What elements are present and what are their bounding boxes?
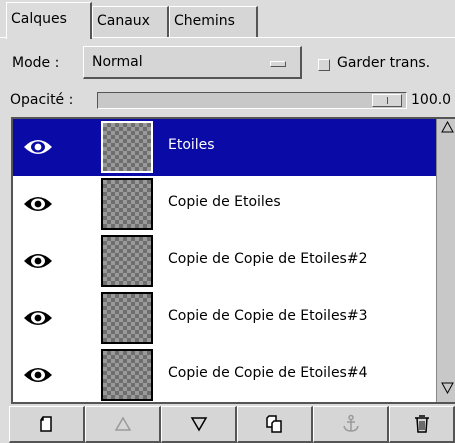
raise-layer-icon — [114, 416, 131, 431]
delete-layer-button[interactable] — [389, 406, 455, 443]
opacity-slider[interactable] — [97, 92, 407, 109]
opacity-fill — [98, 93, 406, 108]
eye-visibility-icon[interactable] — [23, 251, 53, 271]
tab-label: Chemins — [174, 13, 235, 29]
tab-calques[interactable]: Calques — [6, 2, 92, 39]
eye-visibility-icon[interactable] — [23, 137, 53, 157]
duplicate-layer-icon — [265, 415, 282, 433]
opacity-label: Opacité : — [10, 92, 74, 108]
tab-chemins[interactable]: Chemins — [169, 6, 258, 37]
eye-visibility-icon[interactable] — [23, 308, 53, 328]
layer-row[interactable]: Copie de Etoiles — [13, 176, 436, 233]
layer-row[interactable]: Copie de Copie de Etoiles#2 — [13, 233, 436, 290]
tab-bar: Calques Canaux Chemins — [0, 0, 455, 39]
layer-row[interactable]: Copie de Copie de Etoiles#3 — [13, 290, 436, 347]
keep-trans-checkbox[interactable] — [318, 59, 330, 71]
scroll-up-icon[interactable] — [439, 120, 455, 138]
layer-name: Copie de Copie de Etoiles#2 — [168, 251, 368, 267]
eye-visibility-icon[interactable] — [23, 365, 53, 385]
layer-list-scrollbar[interactable] — [436, 119, 455, 402]
opacity-slider-handle[interactable] — [372, 94, 402, 107]
layer-name: Copie de Copie de Etoiles#4 — [168, 365, 368, 381]
layer-name: Copie de Copie de Etoiles#3 — [168, 308, 368, 324]
layer-thumbnail — [101, 178, 153, 230]
raise-layer-button[interactable] — [85, 406, 161, 443]
tab-canaux[interactable]: Canaux — [92, 6, 169, 37]
layer-name: Copie de Etoiles — [168, 194, 281, 210]
mode-value: Normal — [92, 54, 143, 70]
new-layer-button[interactable] — [9, 406, 85, 443]
layer-name: Etoiles — [168, 137, 215, 153]
keep-trans-label[interactable]: Garder trans. — [337, 55, 430, 71]
scroll-down-icon[interactable] — [439, 382, 455, 399]
layer-thumbnail — [101, 121, 153, 173]
mode-label: Mode : — [12, 55, 60, 71]
tab-label: Canaux — [97, 13, 150, 29]
duplicate-layer-button[interactable] — [237, 406, 313, 443]
lower-layer-icon — [190, 417, 207, 432]
opacity-value: 100.0 — [411, 92, 452, 108]
anchor-layer-button[interactable] — [313, 406, 389, 443]
layer-toolbar — [0, 406, 455, 443]
layer-list: Etoiles Copie de Etoiles Copie de Copie de… — [11, 117, 455, 404]
layer-row[interactable]: Copie de Copie de Etoiles#4 — [13, 347, 436, 402]
mode-dropdown[interactable]: Normal — [83, 46, 302, 79]
anchor-layer-icon — [342, 414, 359, 432]
lower-layer-button[interactable] — [161, 406, 237, 443]
trash-icon — [414, 415, 429, 433]
layer-thumbnail — [101, 292, 153, 344]
layer-thumbnail — [101, 349, 153, 401]
dropdown-indicator-icon — [270, 61, 286, 67]
tab-label: Calques — [11, 11, 67, 27]
layer-row[interactable]: Etoiles — [13, 119, 436, 176]
new-layer-icon — [39, 416, 52, 432]
eye-visibility-icon[interactable] — [23, 194, 53, 214]
layer-thumbnail — [101, 235, 153, 287]
